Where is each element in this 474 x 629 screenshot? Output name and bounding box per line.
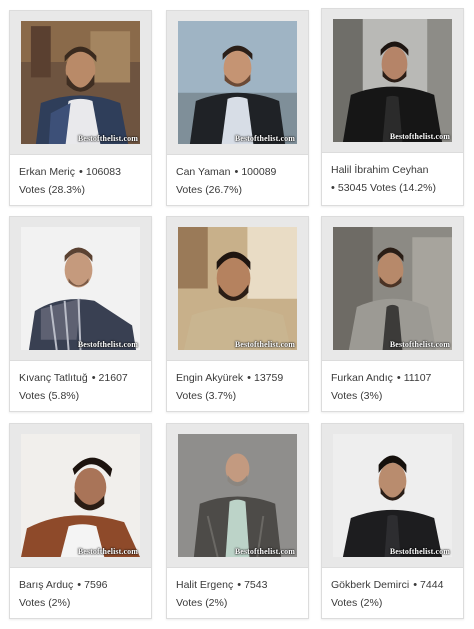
- actor-photo[interactable]: Bestofthelist.com: [333, 227, 452, 350]
- photo-frame: Bestofthelist.com: [322, 217, 463, 361]
- watermark-text: Bestofthelist.com: [389, 547, 450, 556]
- actor-caption: Furkan Andıç • 11107 Votes (3%): [331, 369, 457, 405]
- vote-count: 106083: [85, 166, 121, 178]
- vote-count: 53045: [337, 182, 368, 194]
- actor-name[interactable]: Barış Arduç: [19, 579, 73, 591]
- actor-caption: Halil İbrahim Ceyhan • 53045 Votes (14.2%…: [331, 161, 457, 197]
- actor-name[interactable]: Can Yaman: [176, 166, 230, 178]
- actor-photo[interactable]: Bestofthelist.com: [333, 19, 452, 142]
- actor-name[interactable]: Engin Akyürek: [176, 372, 243, 384]
- actor-card[interactable]: Bestofthelist.com Barış Arduç • 7596 Votes…: [9, 423, 152, 619]
- watermark-text: Bestofthelist.com: [389, 132, 450, 141]
- vote-percentage: Votes (26.7%): [176, 184, 242, 196]
- watermark-text: Bestofthelist.com: [234, 547, 295, 556]
- vote-count: 21607: [98, 372, 128, 384]
- actor-card[interactable]: Bestofthelist.com Halit Ergenç • 7543 Vote…: [166, 423, 309, 619]
- bullet-dot: •: [396, 372, 401, 384]
- actor-card[interactable]: Bestofthelist.com Gökberk Demirci • 7444 V…: [321, 423, 464, 619]
- actor-caption: Halit Ergenç • 7543 Votes (2%): [176, 576, 302, 612]
- vote-count: 7596: [84, 579, 108, 591]
- actor-photo[interactable]: Bestofthelist.com: [21, 21, 140, 144]
- actor-card[interactable]: Bestofthelist.com Can Yaman • 100089 Votes…: [166, 10, 309, 206]
- watermark-text: Bestofthelist.com: [389, 340, 450, 349]
- actor-name[interactable]: Gökberk Demirci: [331, 579, 409, 591]
- actor-name[interactable]: Erkan Meriç: [19, 166, 75, 178]
- actor-caption: Kıvanç Tatlıtuğ • 21607 Votes (5.8%): [19, 369, 145, 405]
- actor-caption: Barış Arduç • 7596 Votes (2%): [19, 576, 145, 612]
- watermark-text: Bestofthelist.com: [77, 340, 138, 349]
- bullet-dot: •: [234, 166, 239, 178]
- actor-card[interactable]: Bestofthelist.com Erkan Meriç • 106083 Vot…: [9, 10, 152, 206]
- bullet-dot: •: [331, 182, 335, 194]
- actor-name[interactable]: Halil İbrahim Ceyhan: [331, 164, 428, 176]
- bullet-dot: •: [237, 579, 242, 591]
- photo-frame: Bestofthelist.com: [10, 217, 151, 361]
- vote-count: 11107: [403, 372, 432, 384]
- actor-photo[interactable]: Bestofthelist.com: [21, 434, 140, 557]
- vote-percentage: Votes (2%): [176, 597, 228, 609]
- vote-count: 7543: [244, 579, 268, 591]
- actor-card[interactable]: Bestofthelist.com Furkan Andıç • 11107 Vot…: [321, 216, 464, 412]
- actor-caption: Erkan Meriç • 106083 Votes (28.3%): [19, 163, 145, 199]
- vote-percentage: Votes (14.2%): [369, 182, 436, 194]
- actor-name[interactable]: Furkan Andıç: [331, 372, 393, 384]
- actor-card[interactable]: Bestofthelist.com Kıvanç Tatlıtuğ • 21607 …: [9, 216, 152, 412]
- actor-photo[interactable]: Bestofthelist.com: [178, 434, 297, 557]
- vote-percentage: Votes (3.7%): [176, 390, 237, 402]
- vote-percentage: Votes (3%): [331, 390, 383, 402]
- actor-photo[interactable]: Bestofthelist.com: [178, 21, 297, 144]
- vote-percentage: Votes (5.8%): [19, 390, 80, 402]
- bullet-dot: •: [413, 579, 418, 591]
- watermark-text: Bestofthelist.com: [77, 134, 138, 143]
- actor-photo[interactable]: Bestofthelist.com: [178, 227, 297, 350]
- vote-count: 7444: [420, 579, 444, 591]
- actor-name[interactable]: Halit Ergenç: [176, 579, 233, 591]
- vote-percentage: Votes (2%): [331, 597, 383, 609]
- photo-frame: Bestofthelist.com: [167, 424, 308, 568]
- actor-name[interactable]: Kıvanç Tatlıtuğ: [19, 372, 88, 384]
- actor-caption: Gökberk Demirci • 7444 Votes (2%): [331, 576, 457, 612]
- actor-caption: Engin Akyürek • 13759 Votes (3.7%): [176, 369, 302, 405]
- vote-count: 13759: [253, 372, 284, 384]
- bullet-dot: •: [247, 372, 251, 384]
- watermark-text: Bestofthelist.com: [77, 547, 138, 556]
- photo-frame: Bestofthelist.com: [10, 424, 151, 568]
- bullet-dot: •: [77, 579, 82, 591]
- watermark-text: Bestofthelist.com: [234, 340, 295, 349]
- photo-frame: Bestofthelist.com: [10, 11, 151, 155]
- actor-photo[interactable]: Bestofthelist.com: [21, 227, 140, 350]
- actor-caption: Can Yaman • 100089 Votes (26.7%): [176, 163, 302, 199]
- actor-card[interactable]: Bestofthelist.com Engin Akyürek • 13759 Vo…: [166, 216, 309, 412]
- photo-frame: Bestofthelist.com: [167, 11, 308, 155]
- vote-percentage: Votes (28.3%): [19, 184, 85, 196]
- bullet-dot: •: [79, 166, 83, 178]
- photo-frame: Bestofthelist.com: [167, 217, 308, 361]
- actor-photo[interactable]: Bestofthelist.com: [333, 434, 452, 557]
- actor-card[interactable]: Bestofthelist.com Halil İbrahim Ceyhan •…: [321, 8, 464, 206]
- bullet-dot: •: [91, 372, 96, 384]
- watermark-text: Bestofthelist.com: [234, 134, 295, 143]
- vote-percentage: Votes (2%): [19, 597, 71, 609]
- vote-count: 100089: [241, 166, 277, 178]
- photo-frame: Bestofthelist.com: [322, 9, 463, 153]
- photo-frame: Bestofthelist.com: [322, 424, 463, 568]
